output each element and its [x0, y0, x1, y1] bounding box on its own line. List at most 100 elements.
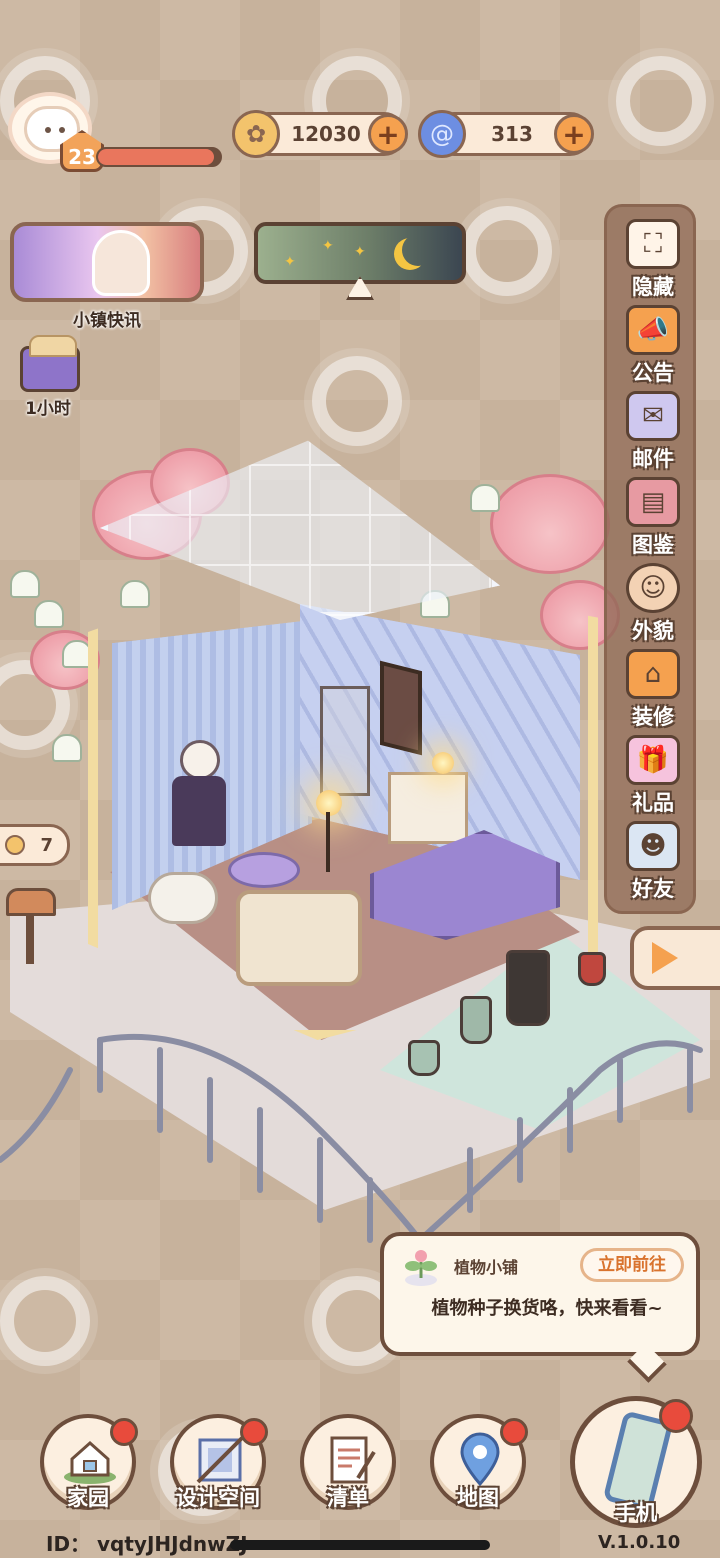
star-icon: ✦	[322, 238, 334, 254]
add-gems-button[interactable]: +	[554, 114, 594, 154]
sun-decoration	[462, 206, 552, 296]
side-item-label: 图鉴	[632, 533, 674, 557]
sheep-rocker-toy[interactable]	[148, 872, 218, 924]
announcement-icon: 📣	[626, 305, 680, 355]
coin-icon: ✿	[232, 110, 280, 158]
xp-progress-bar	[96, 147, 222, 167]
town-news-card[interactable]	[10, 222, 204, 302]
round-table-furniture[interactable]	[228, 852, 300, 888]
mail-icon: ✉	[626, 391, 680, 441]
game-version: V.1.0.10	[598, 1532, 681, 1553]
mailbox[interactable]	[6, 888, 56, 916]
side-item-friends[interactable]: ☻ 好友	[607, 821, 699, 905]
bell-flower-decoration	[52, 734, 82, 762]
play-arrow-icon	[652, 942, 678, 974]
notification-dot	[659, 1399, 693, 1433]
character-head	[180, 740, 220, 780]
day-night-slider[interactable]: ✦ ✦ ✦	[254, 222, 466, 284]
chest-timer-label: 1小时	[25, 399, 71, 419]
side-item-announcement[interactable]: 📣 公告	[607, 305, 699, 389]
coin-icon	[5, 835, 25, 855]
shelf-furniture[interactable]	[320, 686, 370, 796]
side-item-hide[interactable]: ⛶ 隐藏	[607, 219, 699, 303]
floor-lamp-pole	[326, 812, 330, 872]
nav-list-label: 清单	[327, 1486, 369, 1510]
nav-phone-label: 手机	[615, 1501, 657, 1525]
character-portrait	[92, 230, 150, 296]
go-now-button[interactable]: 立即前往	[580, 1248, 684, 1282]
expand-arrow-button[interactable]	[630, 926, 720, 990]
nav-design-space-button[interactable]: 设计空间	[170, 1414, 268, 1510]
friends-icon: ☻	[626, 821, 680, 871]
side-item-label: 公告	[632, 361, 674, 385]
bell-flower-decoration	[470, 484, 500, 512]
side-item-mail[interactable]: ✉ 邮件	[607, 391, 699, 475]
pink-flower-decoration[interactable]	[490, 474, 610, 574]
home-indicator-bar[interactable]	[230, 1540, 490, 1550]
add-coins-button[interactable]: +	[368, 114, 408, 154]
home-icon	[62, 1432, 118, 1488]
bell-flower-decoration	[120, 580, 150, 608]
nav-home-button[interactable]: 家园	[40, 1414, 138, 1510]
town-news-label: 小镇快讯	[73, 311, 141, 331]
side-item-label: 好友	[632, 877, 674, 901]
gem-amount: 313	[491, 122, 533, 146]
side-item-gift[interactable]: 🎁 礼品	[607, 735, 699, 819]
moon-icon	[402, 234, 434, 266]
player-character[interactable]	[172, 740, 226, 860]
side-item-label: 礼品	[632, 791, 674, 815]
iron-fence	[0, 1033, 703, 1243]
xp-progress-fill	[98, 149, 214, 165]
bell-flower-decoration	[34, 600, 64, 628]
nav-phone-button[interactable]: 手机	[570, 1396, 702, 1528]
wall-painting[interactable]	[380, 660, 422, 756]
hide-icon: ⛶	[626, 219, 680, 269]
side-item-label: 隐藏	[632, 275, 674, 299]
nav-design-space-label: 设计空间	[176, 1486, 260, 1510]
decorate-icon: ⌂	[626, 649, 680, 699]
notification-dot	[110, 1418, 138, 1446]
appearance-icon: ☺	[626, 563, 680, 613]
notification-dot	[240, 1418, 268, 1446]
side-item-appearance[interactable]: ☺ 外貌	[607, 563, 699, 647]
side-item-label: 外貌	[632, 619, 674, 643]
sun-decoration	[616, 56, 706, 146]
nav-map-button[interactable]: 地图	[430, 1414, 528, 1510]
gift-icon: 🎁	[626, 735, 680, 785]
list-icon	[322, 1432, 378, 1488]
character-body	[172, 776, 226, 846]
nav-map-label: 地图	[457, 1486, 499, 1510]
coin-collect-pill[interactable]: 7	[0, 824, 70, 866]
potted-plant[interactable]	[578, 952, 606, 986]
side-menu: ⛶ 隐藏 📣 公告 ✉ 邮件 ▤ 图鉴 ☺ 外貌 ⌂ 装修 🎁 礼品 ☻ 好友	[604, 204, 696, 914]
star-icon: ✦	[284, 254, 296, 270]
notice-message: 植物种子换货咯，快来看看~	[431, 1298, 663, 1319]
nav-list-button[interactable]: 清单	[300, 1414, 396, 1510]
side-item-label: 装修	[632, 705, 674, 729]
map-icon	[452, 1432, 508, 1488]
side-item-decorate[interactable]: ⌂ 装修	[607, 649, 699, 733]
plant-shop-notice[interactable]: 植物小铺 立即前往 植物种子换货咯，快来看看~	[380, 1232, 700, 1356]
side-item-label: 邮件	[632, 447, 674, 471]
swirl-gem-icon: @	[418, 110, 466, 158]
table-lamp[interactable]	[432, 752, 454, 774]
bell-flower-decoration	[62, 640, 92, 668]
catalog-icon: ▤	[626, 477, 680, 527]
glass-roof-grid	[100, 440, 500, 620]
coin-collect-count: 7	[40, 834, 53, 856]
seedling-icon	[400, 1246, 442, 1288]
star-icon: ✦	[354, 244, 366, 260]
bell-flower-decoration	[10, 570, 40, 598]
player-id: ID： vqtyJHJdnwZJ	[46, 1532, 248, 1556]
nightstand-furniture[interactable]	[388, 772, 468, 844]
gift-chest-icon[interactable]	[20, 335, 80, 392]
sun-decoration	[312, 356, 402, 446]
mailbox-post	[26, 914, 34, 964]
notification-dot	[500, 1418, 528, 1446]
sun-decoration	[0, 1276, 90, 1366]
side-item-catalog[interactable]: ▤ 图鉴	[607, 477, 699, 561]
coin-amount: 12030	[291, 122, 361, 146]
armchair-furniture[interactable]	[236, 890, 362, 986]
notice-title: 植物小铺	[454, 1258, 519, 1277]
design-icon	[192, 1432, 248, 1488]
